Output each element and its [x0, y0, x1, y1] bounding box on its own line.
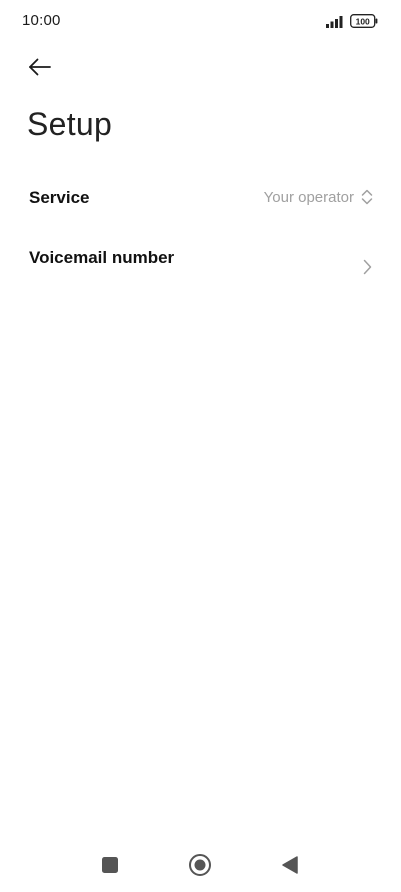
- settings-item-voicemail-number[interactable]: Voicemail number: [0, 230, 401, 288]
- status-bar: 10:00 100: [0, 0, 401, 42]
- back-button[interactable]: [22, 52, 58, 82]
- battery-level: 100: [356, 16, 370, 26]
- battery-icon: 100: [350, 14, 378, 28]
- status-time: 10:00: [22, 12, 61, 29]
- arrow-left-icon: [29, 58, 51, 76]
- settings-item-label: Voicemail number: [29, 248, 175, 267]
- home-button[interactable]: [182, 850, 218, 880]
- triangle-back-icon: [282, 856, 298, 874]
- settings-item-value: Your operator: [263, 189, 354, 206]
- chevron-right-icon: [363, 259, 372, 275]
- square-icon: [102, 857, 118, 873]
- settings-item-service[interactable]: Service Your operator: [0, 168, 401, 226]
- circle-home-icon: [189, 854, 211, 876]
- settings-item-label: Service: [29, 188, 90, 207]
- page-title: Setup: [27, 106, 113, 142]
- signal-bars-icon: [326, 16, 343, 28]
- navigation-bar: [0, 840, 401, 892]
- recents-button[interactable]: [92, 850, 128, 880]
- chevron-up-down-icon: [361, 189, 373, 205]
- system-back-button[interactable]: [272, 850, 308, 880]
